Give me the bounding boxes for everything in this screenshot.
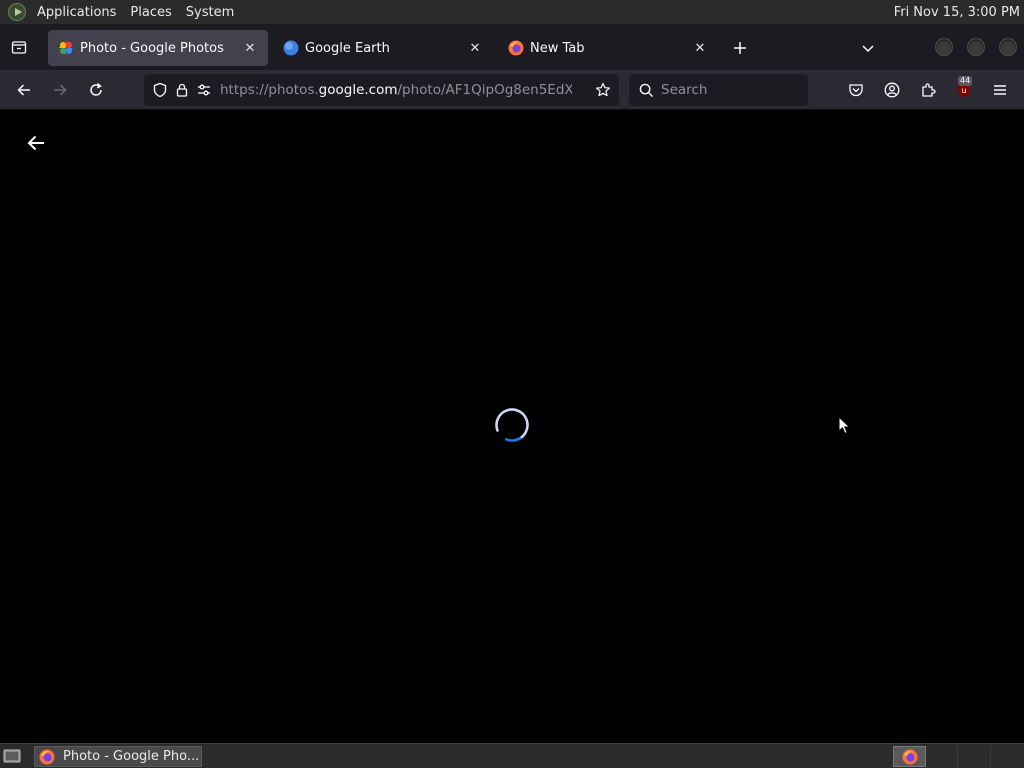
google-photos-icon bbox=[59, 41, 73, 55]
applications-menu[interactable]: Applications bbox=[30, 0, 123, 24]
tracking-protection-shield-icon[interactable] bbox=[150, 80, 170, 100]
search-icon bbox=[637, 81, 655, 99]
list-all-tabs-button[interactable] bbox=[856, 36, 880, 60]
places-menu[interactable]: Places bbox=[123, 0, 178, 24]
firefox-icon bbox=[39, 749, 55, 764]
permissions-icon[interactable] bbox=[194, 80, 214, 100]
puzzle-icon bbox=[922, 83, 936, 97]
tab-overview-icon bbox=[11, 41, 27, 54]
plus-icon bbox=[734, 42, 746, 54]
tab-new-tab[interactable]: New Tab ✕ bbox=[498, 30, 718, 66]
minimize-window-button[interactable] bbox=[935, 38, 953, 56]
bottom-panel: Photo - Google Pho... bbox=[0, 743, 1024, 768]
tab-google-earth[interactable]: Google Earth ✕ bbox=[273, 30, 493, 66]
account-button[interactable] bbox=[880, 78, 904, 102]
forward-button[interactable] bbox=[48, 78, 72, 102]
arrow-left-icon bbox=[27, 135, 44, 151]
taskbar-window-button[interactable]: Photo - Google Pho... bbox=[34, 746, 202, 767]
tab-overview-button[interactable] bbox=[0, 24, 38, 70]
url-scheme: https://photos. bbox=[220, 82, 319, 98]
new-tab-button[interactable] bbox=[728, 36, 752, 60]
reload-icon bbox=[90, 82, 102, 96]
mouse-cursor-icon bbox=[838, 416, 851, 435]
show-desktop-icon bbox=[3, 749, 21, 763]
firefox-icon bbox=[508, 40, 524, 56]
loading-spinner bbox=[495, 408, 529, 442]
ublock-count-badge: 44 bbox=[958, 76, 973, 86]
url-host: google.com bbox=[318, 82, 398, 98]
workspace-1[interactable] bbox=[893, 746, 926, 767]
show-desktop-button[interactable] bbox=[0, 744, 24, 768]
svg-text:u: u bbox=[961, 86, 966, 95]
account-icon bbox=[884, 82, 900, 98]
pocket-button[interactable] bbox=[844, 78, 868, 102]
bookmark-star-icon[interactable] bbox=[593, 80, 613, 100]
gnome-logo-icon[interactable] bbox=[8, 3, 26, 21]
workspace-4[interactable] bbox=[991, 746, 1024, 767]
google-earth-icon bbox=[283, 40, 299, 56]
maximize-window-button[interactable] bbox=[967, 38, 985, 56]
app-menu-button[interactable] bbox=[988, 78, 1012, 102]
close-tab-icon[interactable]: ✕ bbox=[242, 40, 258, 56]
search-bar[interactable]: Search bbox=[629, 74, 808, 106]
lock-icon[interactable] bbox=[172, 80, 192, 100]
extensions-button[interactable] bbox=[916, 78, 940, 102]
close-tab-icon[interactable]: ✕ bbox=[467, 40, 483, 56]
tab-title: Photo - Google Photos bbox=[80, 40, 224, 56]
url-bar[interactable]: https://photos.google.com/photo/AF1QipOg… bbox=[144, 74, 619, 106]
hamburger-menu-icon bbox=[994, 85, 1006, 95]
photo-back-button[interactable] bbox=[24, 131, 48, 155]
taskbar-window-label: Photo - Google Pho... bbox=[63, 749, 200, 764]
top-panel: Applications Places System Fri Nov 15, 3… bbox=[0, 0, 1024, 24]
firefox-icon bbox=[902, 749, 917, 764]
clock[interactable]: Fri Nov 15, 3:00 PM bbox=[894, 5, 1024, 20]
workspace-3[interactable] bbox=[958, 746, 991, 767]
tab-title: Google Earth bbox=[305, 40, 390, 56]
back-button[interactable] bbox=[12, 78, 36, 102]
chevron-down-icon bbox=[862, 45, 874, 53]
pocket-icon bbox=[849, 84, 863, 97]
close-tab-icon[interactable]: ✕ bbox=[692, 40, 708, 56]
arrow-right-icon bbox=[54, 84, 67, 96]
workspace-2[interactable] bbox=[926, 746, 958, 767]
tab-title: New Tab bbox=[530, 40, 585, 56]
tab-google-photos[interactable]: Photo - Google Photos ✕ bbox=[48, 30, 268, 66]
reload-button[interactable] bbox=[84, 78, 108, 102]
system-menu[interactable]: System bbox=[179, 0, 241, 24]
url-path: /photo/AF1QipOg8en5EdXEt bbox=[397, 82, 573, 98]
arrow-left-icon bbox=[17, 84, 30, 96]
search-placeholder: Search bbox=[661, 82, 708, 98]
url-text[interactable]: https://photos.google.com/photo/AF1QipOg… bbox=[220, 82, 572, 98]
close-window-button[interactable] bbox=[999, 38, 1017, 56]
